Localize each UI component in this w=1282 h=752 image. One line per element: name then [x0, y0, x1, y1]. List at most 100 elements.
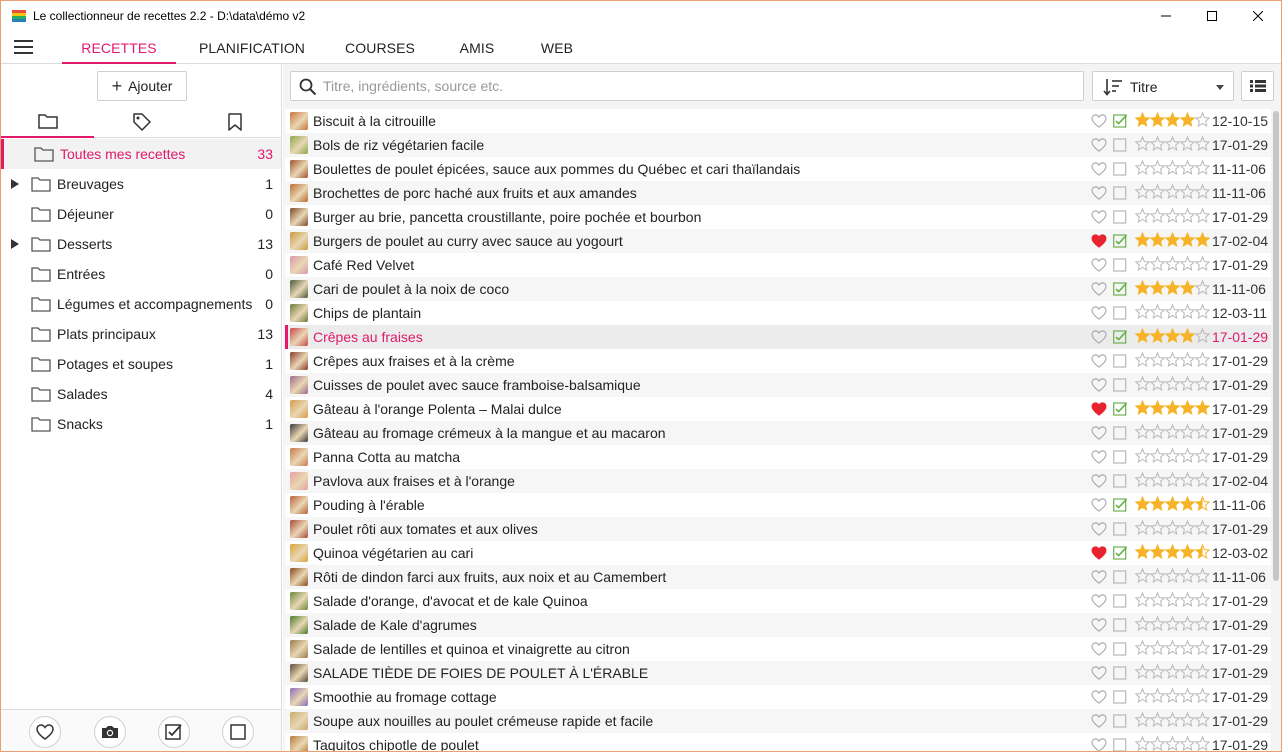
star-icon[interactable]: [1134, 327, 1151, 344]
star-icon[interactable]: [1149, 231, 1166, 248]
star-icon[interactable]: [1179, 639, 1196, 656]
star-icon[interactable]: [1194, 447, 1211, 464]
recipe-row[interactable]: SALADE TIÈDE DE FOIES DE POULET À L'ÉRAB…: [285, 661, 1271, 685]
rating-stars[interactable]: [1134, 495, 1211, 512]
star-icon[interactable]: [1179, 615, 1196, 632]
rating-stars[interactable]: [1134, 591, 1211, 608]
tab-amis[interactable]: AMIS: [447, 31, 507, 64]
favorite-heart-icon[interactable]: [1091, 522, 1107, 539]
star-icon[interactable]: [1149, 159, 1166, 176]
star-icon[interactable]: [1134, 471, 1151, 488]
category-item[interactable]: Plats principaux 13: [1, 319, 281, 349]
star-icon[interactable]: [1149, 255, 1166, 272]
star-icon[interactable]: [1194, 111, 1211, 128]
star-icon[interactable]: [1194, 471, 1211, 488]
star-icon[interactable]: [1179, 399, 1196, 416]
star-icon[interactable]: [1149, 207, 1166, 224]
favorite-heart-icon[interactable]: [1091, 354, 1107, 371]
star-icon[interactable]: [1179, 735, 1196, 751]
star-icon[interactable]: [1134, 423, 1151, 440]
star-icon[interactable]: [1194, 159, 1211, 176]
favorite-heart-icon[interactable]: [1091, 450, 1107, 467]
favorite-heart-icon[interactable]: [1091, 210, 1107, 227]
recipe-row[interactable]: Salade de lentilles et quinoa et vinaigr…: [285, 637, 1271, 661]
star-icon[interactable]: [1149, 711, 1166, 728]
star-icon[interactable]: [1149, 399, 1166, 416]
star-icon[interactable]: [1149, 351, 1166, 368]
search-box[interactable]: [290, 71, 1084, 101]
star-icon[interactable]: [1179, 447, 1196, 464]
rating-stars[interactable]: [1134, 687, 1211, 704]
star-icon[interactable]: [1149, 615, 1166, 632]
rating-stars[interactable]: [1134, 351, 1211, 368]
checkbox-empty-icon[interactable]: [1113, 642, 1128, 659]
star-icon[interactable]: [1179, 183, 1196, 200]
favorite-heart-icon[interactable]: [1091, 690, 1107, 707]
favorite-heart-icon[interactable]: [1091, 474, 1107, 491]
star-icon[interactable]: [1194, 423, 1211, 440]
recipe-row[interactable]: Cuisses de poulet avec sauce framboise-b…: [285, 373, 1271, 397]
star-icon[interactable]: [1134, 135, 1151, 152]
favorite-heart-icon[interactable]: [1091, 738, 1107, 751]
checkbox-empty-icon[interactable]: [1113, 138, 1128, 155]
star-icon[interactable]: [1134, 615, 1151, 632]
star-icon[interactable]: [1179, 327, 1196, 344]
favorite-heart-icon[interactable]: [1091, 114, 1107, 131]
star-icon[interactable]: [1134, 183, 1151, 200]
star-icon[interactable]: [1134, 207, 1151, 224]
star-icon[interactable]: [1164, 159, 1181, 176]
star-icon[interactable]: [1194, 303, 1211, 320]
star-icon[interactable]: [1134, 111, 1151, 128]
star-icon[interactable]: [1194, 231, 1211, 248]
star-icon[interactable]: [1149, 543, 1166, 560]
checkbox-empty-icon[interactable]: [1113, 306, 1128, 323]
checkbox-checked-icon[interactable]: [1113, 330, 1128, 347]
checkbox-checked-icon[interactable]: [1113, 282, 1128, 299]
filter-photo-button[interactable]: [94, 716, 126, 748]
star-icon[interactable]: [1164, 447, 1181, 464]
star-icon[interactable]: [1164, 183, 1181, 200]
rating-stars[interactable]: [1134, 663, 1211, 680]
checkbox-checked-icon[interactable]: [1113, 546, 1128, 563]
star-icon[interactable]: [1194, 327, 1211, 344]
star-icon[interactable]: [1149, 519, 1166, 536]
star-icon[interactable]: [1179, 687, 1196, 704]
checkbox-empty-icon[interactable]: [1113, 210, 1128, 227]
checkbox-empty-icon[interactable]: [1113, 690, 1128, 707]
rating-stars[interactable]: [1134, 231, 1211, 248]
category-item[interactable]: Déjeuner 0: [1, 199, 281, 229]
star-icon[interactable]: [1149, 375, 1166, 392]
star-icon[interactable]: [1134, 351, 1151, 368]
favorite-heart-icon[interactable]: [1091, 282, 1107, 299]
recipe-row[interactable]: Crêpes au fraises 17-01-29: [285, 325, 1271, 349]
favorite-heart-icon[interactable]: [1091, 234, 1107, 251]
rating-stars[interactable]: [1134, 735, 1211, 751]
checkbox-empty-icon[interactable]: [1113, 738, 1128, 751]
star-icon[interactable]: [1164, 519, 1181, 536]
star-icon[interactable]: [1134, 543, 1151, 560]
star-icon[interactable]: [1164, 567, 1181, 584]
star-icon[interactable]: [1134, 663, 1151, 680]
favorite-heart-icon[interactable]: [1091, 330, 1107, 347]
star-icon[interactable]: [1134, 159, 1151, 176]
recipe-row[interactable]: Poulet rôti aux tomates et aux olives 17-…: [285, 517, 1271, 541]
star-icon[interactable]: [1164, 687, 1181, 704]
checkbox-empty-icon[interactable]: [1113, 714, 1128, 731]
checkbox-empty-icon[interactable]: [1113, 666, 1128, 683]
favorite-heart-icon[interactable]: [1091, 258, 1107, 275]
star-icon[interactable]: [1179, 543, 1196, 560]
star-icon[interactable]: [1194, 207, 1211, 224]
star-icon[interactable]: [1164, 279, 1181, 296]
recipe-row[interactable]: Gâteau à l'orange Polenta – Malai dulce 1…: [285, 397, 1271, 421]
checkbox-checked-icon[interactable]: [1113, 114, 1128, 131]
star-icon[interactable]: [1179, 159, 1196, 176]
favorite-heart-icon[interactable]: [1091, 186, 1107, 203]
recipe-row[interactable]: Crêpes aux fraises et à la crème 17-01-29: [285, 349, 1271, 373]
rating-stars[interactable]: [1134, 471, 1211, 488]
favorite-heart-icon[interactable]: [1091, 402, 1107, 419]
recipe-row[interactable]: Soupe aux nouilles au poulet crémeuse ra…: [285, 709, 1271, 733]
rating-stars[interactable]: [1134, 519, 1211, 536]
favorite-heart-icon[interactable]: [1091, 594, 1107, 611]
star-icon[interactable]: [1164, 207, 1181, 224]
star-icon[interactable]: [1179, 255, 1196, 272]
